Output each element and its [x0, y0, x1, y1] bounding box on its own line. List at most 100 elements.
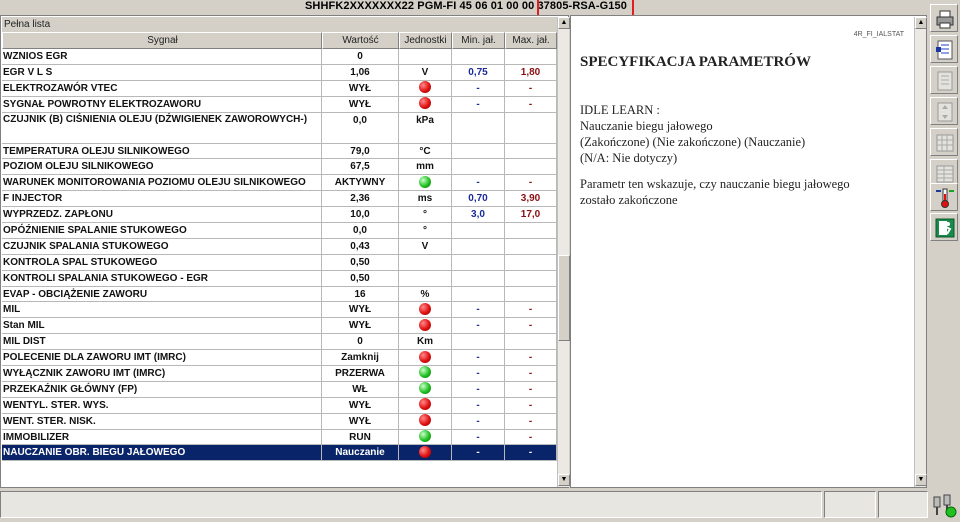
- header-value[interactable]: Wartość: [322, 32, 399, 49]
- spec-scroll-up-button[interactable]: ▲: [915, 17, 927, 29]
- table-row[interactable]: KONTROLA SPAL STUKOWEGO 0,50: [2, 254, 557, 271]
- cell-min: -: [452, 318, 505, 334]
- table-scrollbar[interactable]: ▲ ▼: [557, 17, 570, 487]
- table-row[interactable]: PRZEKAŹNIK GŁÓWNY (FP) WŁ - -: [2, 381, 557, 398]
- cell-signal: SYGNAŁ POWROTNY ELEKTROZAWORU: [2, 96, 322, 112]
- red-dot-icon: [419, 318, 431, 331]
- cell-value: 16: [322, 286, 399, 302]
- header-signal[interactable]: Sygnał: [2, 32, 322, 49]
- grid-icon: [936, 134, 954, 152]
- table-row[interactable]: MIL DIST 0 Km: [2, 334, 557, 351]
- cell-min: [452, 270, 505, 286]
- table-row[interactable]: F INJECTOR 2,36 ms 0,70 3,90: [2, 191, 557, 208]
- table-header: Sygnał Wartość Jednostki Min. jał. Max. …: [2, 32, 557, 49]
- cell-signal: ELEKTROZAWÓR VTEC: [2, 80, 322, 96]
- cell-unit: ms: [399, 191, 452, 207]
- cell-unit: [399, 302, 452, 318]
- spec-scroll-down-button[interactable]: ▼: [915, 474, 927, 486]
- table-row[interactable]: CZUJNIK (B) CIŚNIENIA OLEJU (DŹWIGIENEK …: [2, 112, 557, 144]
- green-dot-icon: [419, 175, 431, 188]
- table-row[interactable]: SYGNAŁ POWROTNY ELEKTROZAWORU WYŁ - -: [2, 96, 557, 113]
- cell-max: -: [505, 366, 557, 381]
- cell-max: -: [505, 80, 557, 96]
- cell-signal: WYPRZEDZ. ZAPŁONU: [2, 207, 322, 223]
- cell-min: [452, 334, 505, 350]
- scroll-up-button[interactable]: ▲: [558, 17, 570, 29]
- table-row[interactable]: WENT. STER. NISK. WYŁ - -: [2, 413, 557, 430]
- cell-value: 10,0: [322, 207, 399, 223]
- header-min[interactable]: Min. jał.: [452, 32, 505, 49]
- cell-min: 3,0: [452, 207, 505, 223]
- table-row[interactable]: IMMOBILIZER RUN - -: [2, 429, 557, 446]
- printer-icon: [936, 10, 954, 29]
- print-button[interactable]: [930, 4, 958, 32]
- grid-button[interactable]: [930, 128, 958, 156]
- cell-signal: MIL DIST: [2, 334, 322, 350]
- list-icon: [937, 71, 953, 91]
- cell-min: -: [452, 302, 505, 318]
- cell-signal: OPÓŹNIENIE SPALANIE STUKOWEGO: [2, 223, 322, 238]
- red-dot-icon: [419, 302, 431, 315]
- table-row[interactable]: CZUJNIK SPALANIA STUKOWEGO 0,43 V: [2, 238, 557, 255]
- spec-scrollbar[interactable]: ▲ ▼: [914, 17, 927, 487]
- table-row[interactable]: WZNIOS EGR 0: [2, 49, 557, 65]
- table-row[interactable]: EVAP - OBCIĄŻENIE ZAWORU 16%: [2, 286, 557, 303]
- cell-max: [505, 49, 557, 64]
- spec-line: IDLE LEARN :: [580, 103, 660, 117]
- cell-max: [505, 223, 557, 238]
- cell-max: 3,90: [505, 191, 557, 207]
- cell-max: -: [505, 413, 557, 429]
- table-row[interactable]: POLECENIE DLA ZAWORU IMT (IMRC) Zamknij - -: [2, 350, 557, 367]
- cell-value: 0,50: [322, 270, 399, 286]
- table-row[interactable]: KONTROLI SPALANIA STUKOWEGO - EGR 0,50: [2, 270, 557, 287]
- cell-unit: [399, 381, 452, 397]
- list-title: Pełna lista: [2, 17, 557, 32]
- table-row[interactable]: ELEKTROZAWÓR VTEC WYŁ - -: [2, 80, 557, 97]
- table-row[interactable]: EGR V L S 1,06 V 0,75 1,80: [2, 64, 557, 81]
- table-row[interactable]: WYŁĄCZNIK ZAWORU IMT (IMRC) PRZERWA - -: [2, 366, 557, 382]
- scroll-thumb[interactable]: [558, 255, 570, 341]
- table-row[interactable]: MIL WYŁ - -: [2, 302, 557, 319]
- list-button[interactable]: [930, 66, 958, 94]
- table-row[interactable]: WARUNEK MONITOROWANIA POZIOMU OLEJU SILN…: [2, 175, 557, 192]
- cell-max: -: [505, 445, 557, 461]
- status-bar: [0, 489, 957, 522]
- cell-max: -: [505, 302, 557, 318]
- red-dot-icon: [419, 398, 431, 411]
- cell-value: PRZERWA: [322, 366, 399, 381]
- table-row[interactable]: WYPRZEDZ. ZAPŁONU 10,0 ° 3,0 17,0: [2, 207, 557, 224]
- table-row[interactable]: POZIOM OLEJU SILNIKOWEGO 67,5 mm: [2, 159, 557, 176]
- header-unit[interactable]: Jednostki: [399, 32, 452, 49]
- scroll-down-button[interactable]: ▼: [558, 474, 570, 486]
- connection-status-icon: [933, 494, 957, 518]
- cell-max: -: [505, 96, 557, 112]
- thermometer-button[interactable]: [930, 183, 958, 211]
- thermometer-icon: [936, 188, 954, 208]
- cell-unit: [399, 350, 452, 366]
- cell-unit: [399, 413, 452, 429]
- cell-max: -: [505, 397, 557, 413]
- cell-unit: °: [399, 207, 452, 223]
- settings-list-button[interactable]: [930, 35, 958, 63]
- cell-signal: F INJECTOR: [2, 191, 322, 207]
- cell-signal: EVAP - OBCIĄŻENIE ZAWORU: [2, 286, 322, 302]
- table-row[interactable]: Stan MIL WYŁ - -: [2, 318, 557, 335]
- cell-signal: WENTYL. STER. WYS.: [2, 397, 322, 413]
- list-arrows-icon: [937, 102, 953, 122]
- table-row[interactable]: NAUCZANIE OBR. BIEGU JAŁOWEGO Nauczanie - -: [2, 445, 557, 462]
- exit-icon: [935, 218, 955, 238]
- cell-unit: [399, 270, 452, 286]
- header-max[interactable]: Max. jał.: [505, 32, 557, 49]
- cell-min: [452, 112, 505, 143]
- spec-ref: 4R_FI_IALSTAT: [853, 31, 904, 38]
- table-row[interactable]: WENTYL. STER. WYS. WYŁ - -: [2, 397, 557, 414]
- cell-max: [505, 286, 557, 302]
- exit-button[interactable]: [930, 213, 958, 241]
- cell-min: [452, 49, 505, 64]
- list-arrows-button[interactable]: [930, 97, 958, 125]
- cell-value: 0,0: [322, 223, 399, 238]
- table-icon: [936, 165, 954, 183]
- table-row[interactable]: OPÓŹNIENIE SPALANIE STUKOWEGO 0,0 °: [2, 223, 557, 239]
- cell-signal: WYŁĄCZNIK ZAWORU IMT (IMRC): [2, 366, 322, 381]
- table-row[interactable]: TEMPERATURA OLEJU SILNIKOWEGO 79,0 °C: [2, 143, 557, 160]
